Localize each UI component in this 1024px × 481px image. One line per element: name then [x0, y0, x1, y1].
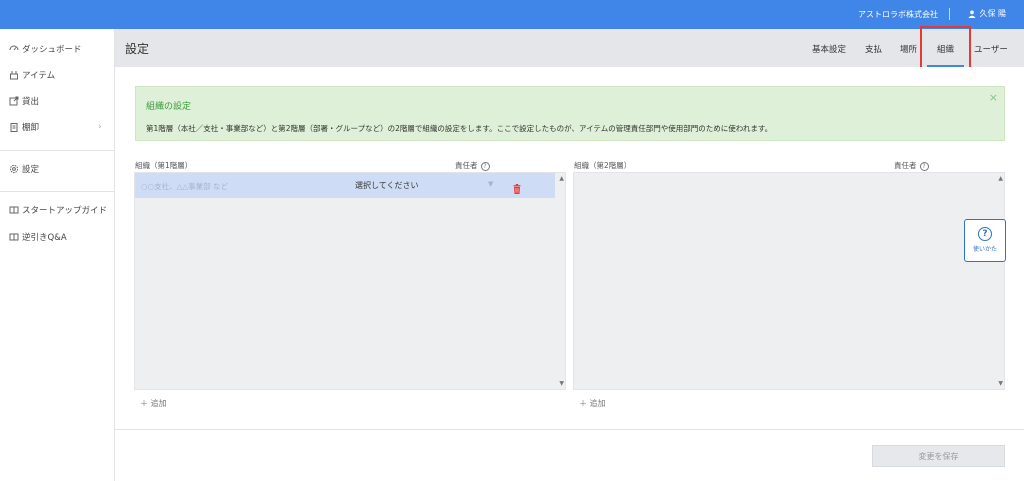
sidebar-item-inventory[interactable]: 棚卸 — [8, 121, 39, 133]
tab-basic-settings[interactable]: 基本設定 — [812, 43, 846, 55]
save-button[interactable]: 変更を保存 — [872, 445, 1005, 467]
user-name: 久保 陽 — [979, 9, 1006, 18]
main-content: 組織の設定 第1階層（本社／支社・事業部など）と第2階層（部署・グループなど）の… — [115, 67, 1024, 481]
close-icon[interactable]: × — [989, 91, 998, 104]
sidebar-item-label: アイテム — [22, 71, 56, 81]
user-icon — [968, 10, 977, 18]
scroll-down-arrow[interactable]: ▼ — [559, 380, 564, 387]
add-level2-button[interactable]: ＋ 追加 — [579, 398, 606, 409]
highlight-box — [920, 26, 971, 73]
manager-select[interactable]: 選択してください — [355, 180, 419, 191]
organization-name-input[interactable]: ○○支社、△△事業部 など — [141, 181, 228, 192]
top-bar-divider — [949, 8, 950, 20]
sidebar-item-settings[interactable]: 設定 — [8, 163, 39, 175]
sidebar-item-label: ダッシュボード — [22, 45, 82, 55]
page-title: 設定 — [125, 42, 150, 56]
info-title: 組織の設定 — [146, 102, 192, 112]
level1-label: 組織（第1階層） — [135, 161, 193, 170]
info-text: 第1階層（本社／支社・事業部など）と第2階層（部署・グループなど）の2階層で組織… — [146, 124, 773, 133]
top-bar: アストロラボ株式会社 久保 陽 — [0, 0, 1024, 29]
chevron-down-icon[interactable]: ▼ — [488, 180, 493, 188]
sidebar-item-label: 棚卸 — [22, 123, 40, 133]
book-icon — [8, 205, 19, 216]
scroll-up-arrow[interactable]: ▲ — [559, 175, 564, 182]
sidebar-item-label: 逆引きQ&A — [22, 233, 67, 243]
list-item[interactable]: ○○支社、△△事業部 など 選択してください ▼ — [135, 173, 555, 198]
help-button-label: 使いかた — [972, 246, 997, 253]
sidebar-item-startup-guide[interactable]: スタートアップガイド — [8, 204, 107, 216]
sidebar-item-dashboard[interactable]: ダッシュボード — [8, 43, 82, 55]
level2-label: 組織（第2階層） — [574, 161, 632, 170]
help-icon[interactable]: ? — [480, 161, 490, 171]
manager-label-text: 責任者 — [894, 161, 917, 170]
tab-users[interactable]: ユーザー — [974, 43, 1008, 55]
help-button[interactable]: ? 使いかた — [964, 219, 1006, 262]
sidebar-item-label: 設定 — [22, 165, 40, 175]
sidebar-item-items[interactable]: アイテム — [8, 69, 55, 81]
info-alert: 組織の設定 第1階層（本社／支社・事業部など）と第2階層（部署・グループなど）の… — [135, 86, 1005, 141]
help-icon[interactable]: ? — [919, 161, 929, 171]
level2-manager-label: 責任者? — [894, 160, 929, 171]
tab-location[interactable]: 場所 — [900, 43, 917, 55]
level2-list: ▲ ▼ — [573, 172, 1005, 390]
sidebar-divider — [0, 191, 115, 192]
tab-payment[interactable]: 支払 — [865, 43, 882, 55]
page-header: 設定 基本設定 支払 場所 組織 ユーザー — [115, 26, 1024, 73]
chevron-right-icon: › — [98, 122, 102, 132]
level1-manager-label: 責任者? — [455, 160, 490, 171]
sidebar-item-lending[interactable]: 貸出 — [8, 95, 39, 107]
sidebar: ダッシュボード アイテム 貸出 棚卸 › 設定 スタートアップガイド 逆引きQ&… — [0, 29, 115, 481]
footer-divider — [115, 429, 1024, 430]
add-level1-button[interactable]: ＋ 追加 — [140, 398, 167, 409]
company-name: アストロラボ株式会社 — [858, 10, 938, 19]
external-link-icon — [8, 96, 19, 107]
manager-label-text: 責任者 — [455, 161, 478, 170]
question-icon: ? — [978, 227, 992, 241]
item-icon — [8, 70, 19, 81]
trash-icon[interactable] — [513, 179, 521, 198]
scroll-down-arrow[interactable]: ▼ — [998, 380, 1003, 387]
user-menu[interactable]: 久保 陽 — [968, 8, 1006, 19]
scroll-up-arrow[interactable]: ▲ — [998, 175, 1003, 182]
sidebar-item-label: 貸出 — [22, 97, 40, 107]
sidebar-item-qa[interactable]: 逆引きQ&A — [8, 231, 67, 243]
level1-list: ○○支社、△△事業部 など 選択してください ▼ ▲ ▼ — [134, 172, 566, 390]
gear-icon — [8, 164, 19, 175]
dashboard-icon — [8, 44, 19, 55]
sidebar-divider — [0, 150, 115, 151]
sidebar-item-label: スタートアップガイド — [22, 206, 108, 216]
clipboard-icon — [8, 122, 19, 133]
book-icon — [8, 232, 19, 243]
